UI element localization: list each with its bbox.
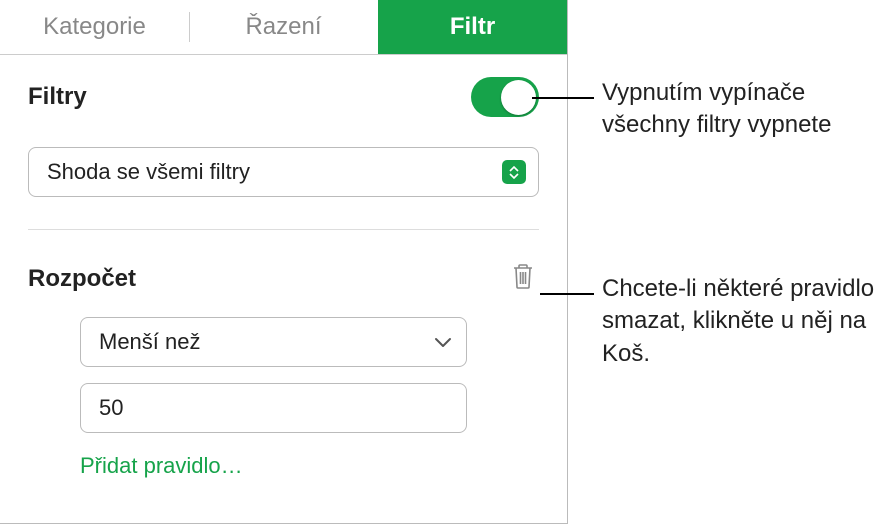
tab-label: Filtr (450, 13, 495, 41)
tab-label: Kategorie (43, 13, 146, 41)
match-mode-value: Shoda se všemi filtry (47, 159, 250, 185)
divider (28, 229, 539, 230)
filters-title: Filtry (28, 83, 87, 111)
tab-filter[interactable]: Filtr (378, 0, 567, 54)
toggle-knob (501, 80, 536, 115)
add-rule-button[interactable]: Přidat pravidlo… (80, 453, 243, 479)
filter-panel: Kategorie Řazení Filtr Filtry Shoda se v… (0, 0, 568, 524)
rule-body: Menší než Přidat pravidlo… (28, 317, 539, 479)
tabs-bar: Kategorie Řazení Filtr (0, 0, 567, 55)
tab-sort[interactable]: Řazení (189, 0, 378, 54)
filter-content: Filtry Shoda se všemi filtry Rozpočet (0, 55, 567, 479)
callout-line (540, 293, 594, 295)
rule-operator-value: Menší než (99, 329, 201, 355)
popup-indicator-icon (502, 160, 526, 184)
rule-value-input[interactable] (80, 383, 467, 433)
rule-operator-select[interactable]: Menší než (80, 317, 467, 367)
callout-line (532, 97, 594, 99)
rule-column-name: Rozpočet (28, 265, 136, 293)
filters-toggle[interactable] (471, 77, 539, 117)
match-mode-select[interactable]: Shoda se všemi filtry (28, 147, 539, 197)
tab-category[interactable]: Kategorie (0, 0, 189, 54)
rule-header: Rozpočet (28, 258, 539, 299)
tab-label: Řazení (245, 13, 321, 41)
chevron-down-icon (434, 329, 452, 355)
trash-icon[interactable] (507, 258, 539, 299)
callout-trash: Chcete-li některé pravidlo smazat, klikn… (602, 273, 877, 370)
filters-header: Filtry (28, 77, 539, 117)
callout-toggle: Vypnutím vypínače všechny filtry vypnete (602, 77, 862, 142)
